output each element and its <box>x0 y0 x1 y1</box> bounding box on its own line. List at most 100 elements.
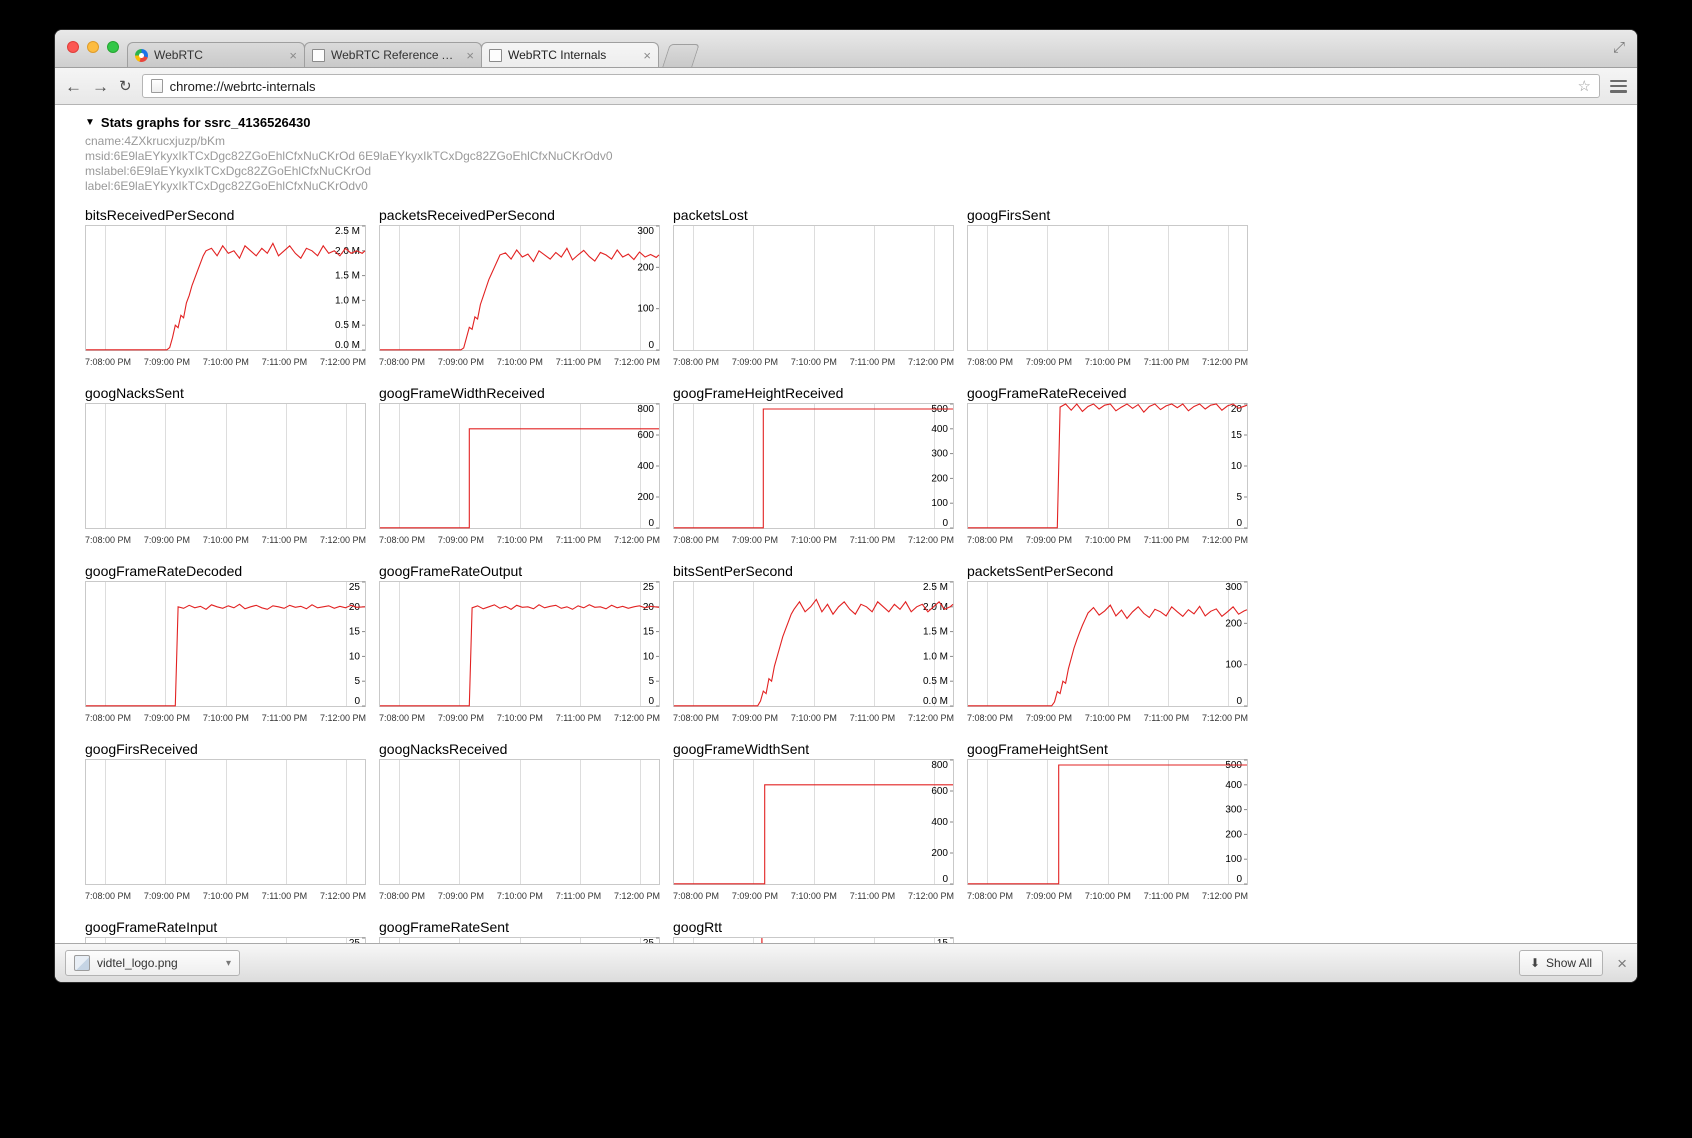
chart-title: googRtt <box>673 919 954 935</box>
svg-text:0.0 M: 0.0 M <box>335 340 360 351</box>
chart-title: googFrameWidthSent <box>673 741 954 757</box>
tab-close-icon[interactable]: × <box>466 49 474 62</box>
chart-plot: 300 200 100 0 <box>379 225 660 351</box>
chart-plot <box>85 759 366 885</box>
chart-packetsSentPerSecond: packetsSentPerSecond30020010007:08:00 PM… <box>967 563 1248 723</box>
zoom-window-button[interactable] <box>107 41 119 53</box>
chart-plot: 2.5 M2.0 M1.5 M1.0 M0.5 M0.0 M <box>85 225 366 351</box>
svg-text:2.5 M: 2.5 M <box>335 226 360 237</box>
tab-close-icon[interactable]: × <box>643 49 651 62</box>
tab-title: WebRTC <box>154 48 283 62</box>
chart-bitsSentPerSecond: bitsSentPerSecond2.5 M2.0 M1.5 M1.0 M0.5… <box>673 563 954 723</box>
svg-text:1.0 M: 1.0 M <box>923 651 948 662</box>
chart-x-axis-labels: 7:08:00 PM7:09:00 PM7:10:00 PM7:11:00 PM… <box>967 535 1248 545</box>
svg-text:0: 0 <box>648 518 654 529</box>
fullscreen-icon[interactable]: ⤢ <box>1613 39 1625 56</box>
svg-text:5: 5 <box>1236 492 1242 503</box>
tab-close-icon[interactable]: × <box>289 49 297 62</box>
svg-text:0.5 M: 0.5 M <box>335 320 360 331</box>
chart-title: googFrameRateInput <box>85 919 366 935</box>
chart-title: googFrameRateOutput <box>379 563 660 579</box>
svg-text:1.5 M: 1.5 M <box>335 271 360 282</box>
svg-text:10: 10 <box>1231 461 1243 472</box>
chart-plot: 2520151050 <box>379 581 660 707</box>
screenshot-stage: WebRTC×WebRTC Reference App×WebRTC Inter… <box>0 0 1692 1138</box>
svg-text:400: 400 <box>1225 780 1242 791</box>
page-content: ▼ Stats graphs for ssrc_4136526430 cname… <box>55 105 1637 943</box>
download-item[interactable]: vidtel_logo.png ▾ <box>65 950 240 976</box>
chart-title: bitsReceivedPerSecond <box>85 207 366 223</box>
webrtc-logo-icon <box>135 49 148 62</box>
svg-text:300: 300 <box>637 226 654 237</box>
chart-title: googFirsReceived <box>85 741 366 757</box>
chart-title: googNacksSent <box>85 385 366 401</box>
svg-text:0: 0 <box>354 696 360 707</box>
stats-section-header[interactable]: ▼ Stats graphs for ssrc_4136526430 <box>85 115 1637 130</box>
chart-googFrameRateReceived: googFrameRateReceived201510507:08:00 PM7… <box>967 385 1248 545</box>
browser-window: WebRTC×WebRTC Reference App×WebRTC Inter… <box>55 30 1637 982</box>
svg-text:400: 400 <box>637 461 654 472</box>
downloads-bar-right: ⬇ Show All × <box>1519 950 1627 976</box>
svg-text:5: 5 <box>648 676 654 687</box>
svg-text:600: 600 <box>931 786 948 797</box>
tabs-container: WebRTC×WebRTC Reference App×WebRTC Inter… <box>127 42 696 67</box>
chart-title: packetsLost <box>673 207 954 223</box>
chart-title: googFirsSent <box>967 207 1248 223</box>
new-tab-button[interactable] <box>662 44 699 67</box>
chart-googFrameRateSent: googFrameRateSent25201510507:08:00 PM7:0… <box>379 919 660 943</box>
chart-googNacksSent: googNacksSent 7:08:00 PM7:09:00 PM7:10:00… <box>85 385 366 545</box>
chart-googFrameWidthSent: googFrameWidthSent80060040020007:08:00 P… <box>673 741 954 901</box>
menu-icon[interactable] <box>1610 80 1627 93</box>
chart-plot <box>85 403 366 529</box>
svg-text:200: 200 <box>1225 618 1242 629</box>
back-button[interactable]: ← <box>65 78 82 95</box>
svg-text:0: 0 <box>648 340 654 351</box>
show-all-button[interactable]: ⬇ Show All <box>1519 950 1603 976</box>
chart-x-axis-labels: 7:08:00 PM7:09:00 PM7:10:00 PM7:11:00 PM… <box>85 891 366 901</box>
chart-plot: 20151050 <box>967 403 1248 529</box>
svg-text:0: 0 <box>942 874 948 885</box>
image-file-icon <box>74 955 90 971</box>
reload-button[interactable]: ↻ <box>119 79 132 94</box>
chart-title: googFrameRateSent <box>379 919 660 935</box>
chart-googFrameRateInput: googFrameRateInput25201510507:08:00 PM7:… <box>85 919 366 943</box>
tab-webrtc-reference-app[interactable]: WebRTC Reference App× <box>304 42 482 67</box>
chart-googNacksReceived: googNacksReceived7:08:00 PM7:09:00 PM7:1… <box>379 741 660 901</box>
svg-text:1.0 M: 1.0 M <box>335 295 360 306</box>
chart-plot: 8006004002000 <box>673 759 954 885</box>
chart-x-axis-labels: 7:08:00 PM7:09:00 PM7:10:00 PM7:11:00 PM… <box>967 713 1248 723</box>
svg-text:200: 200 <box>637 262 654 273</box>
collapse-triangle-icon[interactable]: ▼ <box>85 117 95 128</box>
chevron-down-icon[interactable]: ▾ <box>226 958 231 969</box>
svg-text:400: 400 <box>931 817 948 828</box>
chart-plot <box>379 759 660 885</box>
svg-text:300: 300 <box>931 449 948 460</box>
chart-plot: 2520151050 <box>85 581 366 707</box>
stats-title-text: Stats graphs for ssrc_4136526430 <box>101 115 311 130</box>
charts-grid: bitsReceivedPerSecond2.5 M2.0 M1.5 M1.0 … <box>85 207 1637 943</box>
svg-text:200: 200 <box>931 473 948 484</box>
svg-text:200: 200 <box>637 492 654 503</box>
chart-title: googFrameRateDecoded <box>85 563 366 579</box>
close-window-button[interactable] <box>67 41 79 53</box>
svg-text:100: 100 <box>637 304 654 315</box>
chart-x-axis-labels: 7:08:00 PM7:09:00 PM7:10:00 PM7:11:00 PM… <box>85 535 366 545</box>
forward-button[interactable]: → <box>92 78 109 95</box>
svg-text:1.5 M: 1.5 M <box>923 627 948 638</box>
svg-text:800: 800 <box>931 760 948 771</box>
tab-webrtc-internals[interactable]: WebRTC Internals× <box>481 42 659 67</box>
address-bar[interactable]: chrome://webrtc-internals ☆ <box>142 74 1600 98</box>
chart-plot: 8006004002000 <box>379 403 660 529</box>
stream-meta-line: cname:4ZXkrucxjuzp/bKm <box>85 134 1637 149</box>
chart-googFrameRateOutput: googFrameRateOutput25201510507:08:00 PM7… <box>379 563 660 723</box>
bookmark-star-icon[interactable]: ☆ <box>1578 77 1591 95</box>
chart-x-axis-labels: 7:08:00 PM7:09:00 PM7:10:00 PM7:11:00 PM… <box>379 535 660 545</box>
svg-text:15: 15 <box>349 627 361 638</box>
page-icon <box>151 79 163 93</box>
tab-webrtc[interactable]: WebRTC × <box>127 42 305 67</box>
stream-meta-line: mslabel:6E9laEYkyxIkTCxDgc82ZGoEhlCfxNuC… <box>85 164 1637 179</box>
url-text[interactable]: chrome://webrtc-internals <box>170 79 1571 94</box>
svg-text:10: 10 <box>349 651 361 662</box>
minimize-window-button[interactable] <box>87 41 99 53</box>
close-icon[interactable]: × <box>1617 955 1627 972</box>
